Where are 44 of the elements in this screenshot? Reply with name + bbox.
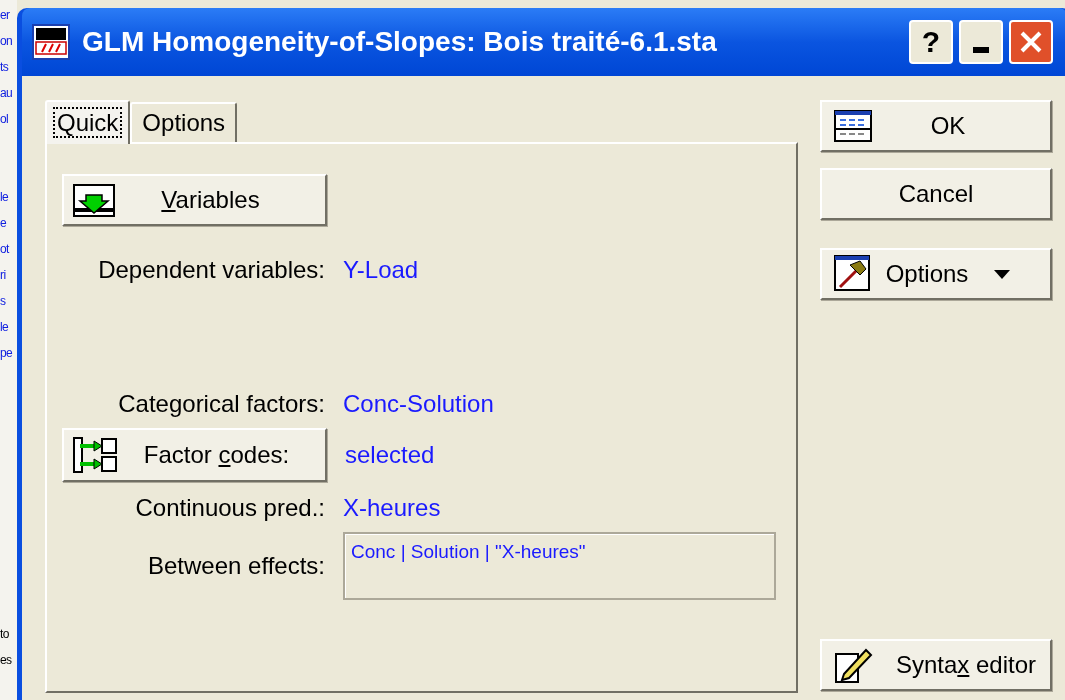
glm-logo-icon bbox=[32, 24, 70, 60]
background-text: ol bbox=[0, 111, 9, 128]
help-button[interactable]: ? bbox=[909, 20, 953, 64]
background-text: au bbox=[0, 85, 13, 102]
background-text: ts bbox=[0, 59, 9, 76]
table-icon bbox=[834, 110, 872, 142]
background-text: le bbox=[0, 319, 9, 336]
field-label: Categorical factors: bbox=[118, 389, 325, 419]
field-label: Dependent variables: bbox=[98, 255, 325, 285]
cancel-button[interactable]: Cancel bbox=[820, 168, 1052, 220]
field-value: X-heures bbox=[343, 493, 441, 523]
field-label: Continuous pred.: bbox=[135, 493, 325, 523]
variables-button[interactable]: Variables bbox=[62, 174, 327, 226]
ok-button[interactable]: OK bbox=[820, 100, 1052, 152]
hammer-icon bbox=[834, 255, 872, 293]
syntax-editor-button[interactable]: Syntax editor bbox=[820, 639, 1052, 691]
caret-icon bbox=[994, 269, 1011, 279]
arrows-to-boxes-icon bbox=[72, 436, 120, 474]
tab[interactable]: Quick bbox=[45, 100, 131, 144]
background-text: on bbox=[0, 33, 13, 50]
field-value: Conc-Solution bbox=[343, 389, 494, 419]
close-button[interactable] bbox=[1009, 20, 1053, 64]
effects-text: Conc | Solution | "X-heures" bbox=[351, 541, 586, 562]
background-text: ot bbox=[0, 241, 9, 258]
pencil-note-icon bbox=[834, 646, 874, 684]
background-text: e bbox=[0, 215, 7, 232]
download-arrow-icon bbox=[72, 183, 116, 217]
background-text: s bbox=[0, 293, 6, 310]
background-text: pe bbox=[0, 345, 13, 362]
field-label: Between effects: bbox=[148, 551, 325, 581]
background-text: es bbox=[0, 652, 12, 669]
minimize-icon bbox=[973, 47, 989, 53]
background-text: to bbox=[0, 626, 9, 643]
tab[interactable]: Options bbox=[130, 102, 238, 142]
background-text: ri bbox=[0, 267, 6, 284]
options-menu-button[interactable]: Options bbox=[820, 248, 1052, 300]
field-value: selected bbox=[345, 440, 435, 470]
background-text: le bbox=[0, 189, 9, 206]
field-value: Y-Load bbox=[343, 255, 419, 285]
minimize-button[interactable] bbox=[959, 20, 1003, 64]
background-text: er bbox=[0, 7, 10, 24]
close-icon bbox=[1019, 30, 1043, 54]
factor-codes-button[interactable]: Factor codes: bbox=[62, 428, 327, 482]
window-title: GLM Homogeneity-of-Slopes: Bois traité-6.1.sta bbox=[82, 25, 718, 59]
